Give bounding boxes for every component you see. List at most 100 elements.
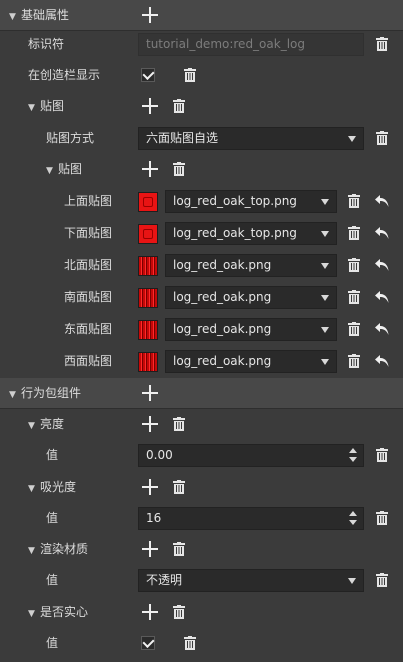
spinner-icon[interactable] [349, 511, 357, 525]
texture-file-dropdown[interactable]: log_red_oak.png [165, 350, 337, 373]
texture-face-row: 东面贴图 log_red_oak.png [0, 314, 403, 345]
dropdown-caret-icon [321, 263, 329, 269]
texture-preview-swatch[interactable] [138, 288, 158, 308]
spinner-icon[interactable] [349, 448, 357, 462]
texture-face-trash-icon[interactable] [348, 226, 360, 240]
brightness-trash-icon[interactable] [173, 417, 185, 431]
section-basic-title: 基础属性 [21, 8, 70, 22]
texture-mode-dropdown[interactable]: 六面贴图自选 [138, 127, 364, 150]
texture-file-value: log_red_oak_top.png [173, 194, 297, 208]
texture-face-trash-icon[interactable] [348, 322, 360, 336]
row-absorption-group[interactable]: ▼ 吸光度 [0, 472, 403, 503]
undo-icon[interactable] [374, 354, 390, 368]
section-basic-title-wrap: ▼ 基础属性 [9, 0, 69, 31]
absorption-value-trash-icon[interactable] [376, 511, 388, 525]
row-brightness-value: 值 0.00 [0, 440, 403, 471]
undo-icon[interactable] [374, 322, 390, 336]
dropdown-caret-icon [348, 136, 356, 142]
texture-file-dropdown[interactable]: log_red_oak.png [165, 286, 337, 309]
texture-preview-swatch[interactable] [138, 256, 158, 276]
identifier-label: 标识符 [28, 37, 65, 51]
texture-trash-icon[interactable] [173, 99, 185, 113]
solid-title-wrap: ▼ 是否实心 [28, 597, 88, 628]
solid-checkbox-icon[interactable] [141, 636, 155, 650]
solid-trash-icon[interactable] [173, 605, 185, 619]
row-brightness-group[interactable]: ▼ 亮度 [0, 409, 403, 440]
texture-face-trash-icon[interactable] [348, 290, 360, 304]
texture-preview-swatch[interactable] [138, 224, 158, 244]
texture-file-dropdown[interactable]: log_red_oak.png [165, 254, 337, 277]
creative-trash-icon[interactable] [184, 68, 196, 82]
add-material-plus-icon[interactable] [142, 541, 158, 557]
creative-checkbox-icon[interactable] [141, 68, 155, 82]
material-title: 渲染材质 [40, 542, 89, 556]
texture-file-dropdown[interactable]: log_red_oak.png [165, 318, 337, 341]
collapse-arrow-icon[interactable]: ▼ [28, 599, 40, 630]
material-title-wrap: ▼ 渲染材质 [28, 534, 88, 565]
brightness-title-wrap: ▼ 亮度 [28, 409, 64, 440]
add-solid-plus-icon[interactable] [142, 604, 158, 620]
material-trash-icon[interactable] [173, 542, 185, 556]
row-texture-subgroup[interactable]: ▼ 贴图 [0, 154, 403, 185]
brightness-number-input[interactable]: 0.00 [138, 444, 364, 467]
section-behavior-components[interactable]: ▼ 行为包组件 [0, 378, 403, 409]
texture-face-trash-icon[interactable] [348, 194, 360, 208]
undo-icon[interactable] [374, 290, 390, 304]
texture-mode-label: 贴图方式 [46, 131, 95, 145]
texture-file-value: log_red_oak_top.png [173, 226, 297, 240]
texture-preview-swatch[interactable] [138, 352, 158, 372]
undo-icon[interactable] [374, 194, 390, 208]
texture-face-label: 上面贴图 [64, 194, 113, 208]
texture-mode-value: 六面贴图自选 [146, 131, 219, 145]
collapse-arrow-icon[interactable]: ▼ [28, 93, 40, 124]
absorption-trash-icon[interactable] [173, 480, 185, 494]
add-texture-plus-icon[interactable] [142, 98, 158, 114]
texture-sub-trash-icon[interactable] [173, 162, 185, 176]
collapse-arrow-icon[interactable]: ▼ [28, 411, 40, 442]
add-brightness-plus-icon[interactable] [142, 416, 158, 432]
row-material-group[interactable]: ▼ 渲染材质 [0, 534, 403, 565]
collapse-arrow-icon[interactable]: ▼ [28, 474, 40, 505]
row-texture-group[interactable]: ▼ 贴图 [0, 91, 403, 122]
collapse-arrow-icon[interactable]: ▼ [9, 380, 21, 411]
dropdown-caret-icon [321, 359, 329, 365]
collapse-arrow-icon[interactable]: ▼ [28, 536, 40, 567]
material-value-trash-icon[interactable] [376, 573, 388, 587]
undo-icon[interactable] [374, 226, 390, 240]
texture-mode-trash-icon[interactable] [376, 131, 388, 145]
texture-face-trash-icon[interactable] [348, 354, 360, 368]
undo-icon[interactable] [374, 258, 390, 272]
collapse-arrow-icon[interactable]: ▼ [46, 156, 58, 187]
add-basic-property-plus-icon[interactable] [142, 7, 158, 23]
value-label: 值 [46, 636, 59, 650]
texture-preview-swatch[interactable] [138, 192, 158, 212]
identifier-trash-icon[interactable] [376, 37, 388, 51]
section-basic-properties[interactable]: ▼ 基础属性 [0, 0, 403, 31]
texture-file-dropdown[interactable]: log_red_oak_top.png [165, 190, 337, 213]
value-label: 值 [46, 573, 59, 587]
texture-file-dropdown[interactable]: log_red_oak_top.png [165, 222, 337, 245]
add-behavior-component-plus-icon[interactable] [142, 385, 158, 401]
texture-face-label: 东面贴图 [64, 322, 113, 336]
solid-value-trash-icon[interactable] [184, 636, 196, 650]
add-texture-face-plus-icon[interactable] [142, 161, 158, 177]
texture-preview-swatch[interactable] [138, 320, 158, 340]
value-label: 值 [46, 511, 59, 525]
absorption-number-input[interactable]: 16 [138, 507, 364, 530]
texture-face-trash-icon[interactable] [348, 258, 360, 272]
texture-file-value: log_red_oak.png [173, 354, 272, 368]
texture-face-row: 上面贴图 log_red_oak_top.png [0, 186, 403, 217]
material-dropdown[interactable]: 不透明 [138, 569, 364, 592]
row-identifier: 标识符 tutorial_demo:red_oak_log [0, 29, 403, 60]
texture-face-label: 下面贴图 [64, 226, 113, 240]
row-material-value: 值 不透明 [0, 565, 403, 596]
value-label: 值 [46, 448, 59, 462]
absorption-title: 吸光度 [40, 480, 77, 494]
add-absorption-plus-icon[interactable] [142, 479, 158, 495]
brightness-value-trash-icon[interactable] [376, 448, 388, 462]
absorption-title-wrap: ▼ 吸光度 [28, 472, 76, 503]
row-solid-group[interactable]: ▼ 是否实心 [0, 597, 403, 628]
section-behavior-title-wrap: ▼ 行为包组件 [9, 378, 81, 409]
texture-sub-title: 贴图 [58, 162, 83, 176]
brightness-title: 亮度 [40, 417, 65, 431]
